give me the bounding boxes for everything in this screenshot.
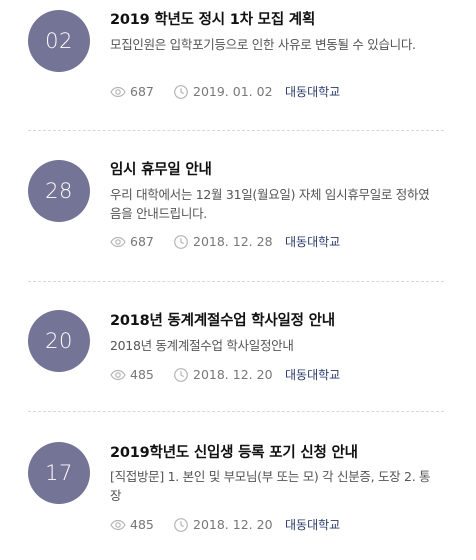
eye-icon xyxy=(110,367,126,383)
views-count: 687 xyxy=(110,83,154,101)
author-name: 대동대학교 xyxy=(285,368,341,382)
notice-title[interactable]: 2019학년도 신입생 등록 포기 신청 안내 xyxy=(110,441,358,462)
eye-icon xyxy=(110,234,126,250)
notice-item[interactable]: 02 2019 학년도 정시 1차 모집 계획 모집인원은 입학포기등으로 인한… xyxy=(0,0,476,130)
notice-item[interactable]: 28 임시 휴무일 안내 우리 대학에서는 12월 31일(월요일) 자체 임시… xyxy=(0,150,476,280)
divider xyxy=(28,130,444,131)
date-day-badge: 02 xyxy=(28,10,90,72)
date-day-badge: 20 xyxy=(28,310,90,372)
views-count: 485 xyxy=(110,516,154,534)
post-date: 2018. 12. 20 xyxy=(173,366,273,384)
notice-title[interactable]: 2019 학년도 정시 1차 모집 계획 xyxy=(110,8,315,29)
views-value: 485 xyxy=(130,517,154,532)
eye-icon xyxy=(110,517,126,533)
date-value: 2018. 12. 20 xyxy=(193,367,273,382)
notice-list: 02 2019 학년도 정시 1차 모집 계획 모집인원은 입학포기등으로 인한… xyxy=(0,0,476,547)
date-day-badge: 17 xyxy=(28,442,90,504)
author-name: 대동대학교 xyxy=(285,518,341,532)
clock-icon xyxy=(173,234,189,250)
views-value: 687 xyxy=(130,234,154,249)
notice-item[interactable]: 17 2019학년도 신입생 등록 포기 신청 안내 [직접방문] 1. 본인 … xyxy=(0,430,476,560)
notice-description: 모집인원은 입학포기등으로 인한 사유로 변동될 수 있습니다. xyxy=(110,37,416,52)
divider xyxy=(28,411,444,412)
eye-icon xyxy=(110,84,126,100)
date-value: 2018. 12. 28 xyxy=(193,234,273,249)
post-date: 2019. 01. 02 xyxy=(173,83,273,101)
post-date: 2018. 12. 28 xyxy=(173,233,273,251)
clock-icon xyxy=(173,84,189,100)
notice-description: [직접방문] 1. 본인 및 부모님(부 또는 모) 각 신분증, 도장 2. … xyxy=(110,469,431,503)
notice-title[interactable]: 2018년 동계계절수업 학사일정 안내 xyxy=(110,309,335,330)
date-value: 2018. 12. 20 xyxy=(193,517,273,532)
clock-icon xyxy=(173,517,189,533)
divider xyxy=(28,281,444,282)
date-value: 2019. 01. 02 xyxy=(193,84,273,99)
views-count: 485 xyxy=(110,366,154,384)
author-name: 대동대학교 xyxy=(285,85,341,99)
clock-icon xyxy=(173,367,189,383)
notice-description: 우리 대학에서는 12월 31일(월요일) 자체 임시휴무일로 정하였음을 안내… xyxy=(110,187,430,221)
post-date: 2018. 12. 20 xyxy=(173,516,273,534)
notice-title[interactable]: 임시 휴무일 안내 xyxy=(110,158,212,179)
author-name: 대동대학교 xyxy=(285,235,341,249)
views-value: 485 xyxy=(130,367,154,382)
notice-description: 2018년 동계계절수업 학사일정안내 xyxy=(110,338,294,353)
views-value: 687 xyxy=(130,84,154,99)
views-count: 687 xyxy=(110,233,154,251)
date-day-badge: 28 xyxy=(28,160,90,222)
